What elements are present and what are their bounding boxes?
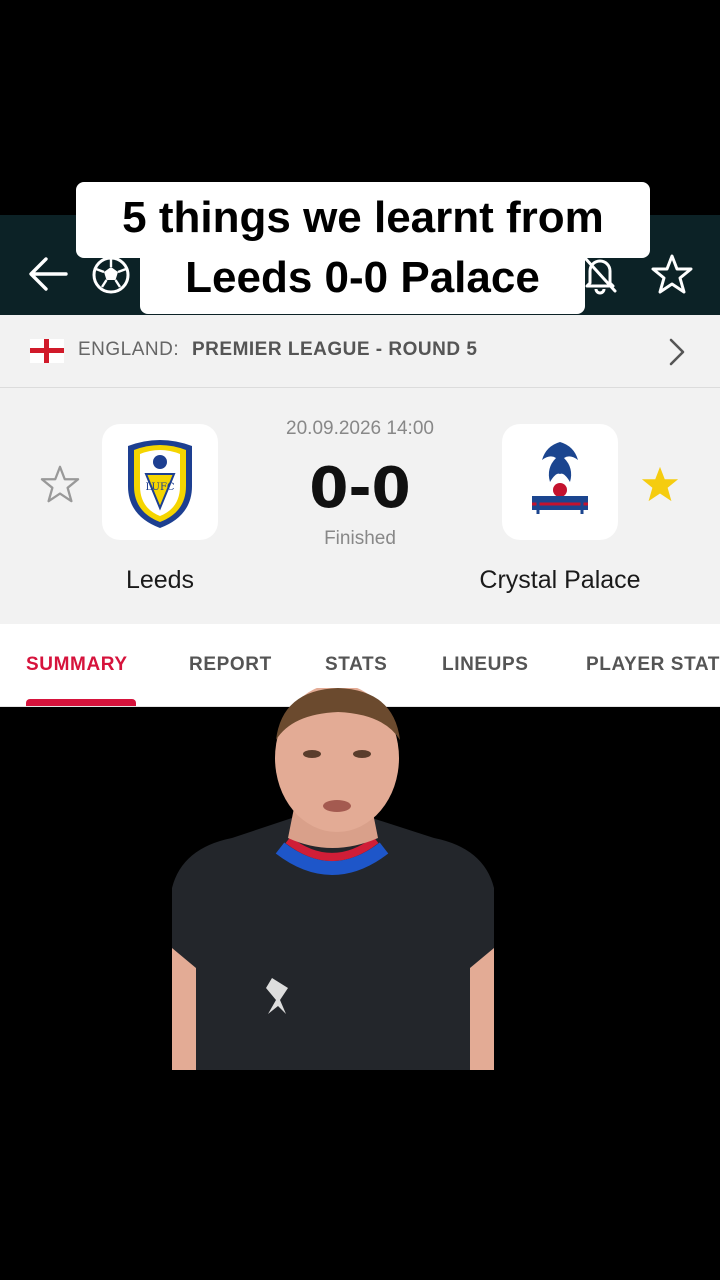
tab-summary[interactable]: SUMMARY [26,654,128,676]
tab-stats[interactable]: STATS [325,654,387,676]
away-favorite-star-icon[interactable] [640,464,680,504]
tab-player-stats[interactable]: PLAYER STATS [586,654,720,676]
back-arrow-icon[interactable] [26,254,70,294]
match-header: LUFC Leeds 20.09.2026 14:00 0-0 Finished… [0,388,720,624]
football-icon [92,256,130,294]
away-team-name[interactable]: Crystal Palace [440,566,680,595]
svg-text:LUFC: LUFC [145,482,174,493]
tab-lineups[interactable]: LINEUPS [442,654,529,676]
crystal-palace-crest-icon [532,442,588,514]
tab-report[interactable]: REPORT [189,654,272,676]
away-team-logo[interactable] [502,424,618,540]
bell-off-icon[interactable] [580,253,620,295]
home-team-logo[interactable]: LUFC [102,424,218,540]
home-team-name[interactable]: Leeds [40,566,280,595]
league-competition: PREMIER LEAGUE - ROUND 5 [192,339,478,360]
league-country: ENGLAND: [78,339,180,360]
home-favorite-star-icon[interactable] [40,464,80,504]
match-datetime: 20.09.2026 14:00 [286,418,434,439]
active-tab-indicator [26,699,136,706]
caption-line-1: 5 things we learnt from [76,182,650,258]
star-outline-icon[interactable] [651,253,693,295]
presenter-video [172,688,494,1070]
match-score: 0-0 [309,456,411,521]
england-flag-icon [30,339,64,363]
league-row[interactable]: ENGLAND: PREMIER LEAGUE - ROUND 5 [0,315,720,388]
chevron-right-icon[interactable] [668,337,686,367]
leeds-crest-icon: LUFC [128,440,192,528]
match-status: Finished [324,528,396,549]
caption-line-2: Leeds 0-0 Palace [140,248,585,314]
